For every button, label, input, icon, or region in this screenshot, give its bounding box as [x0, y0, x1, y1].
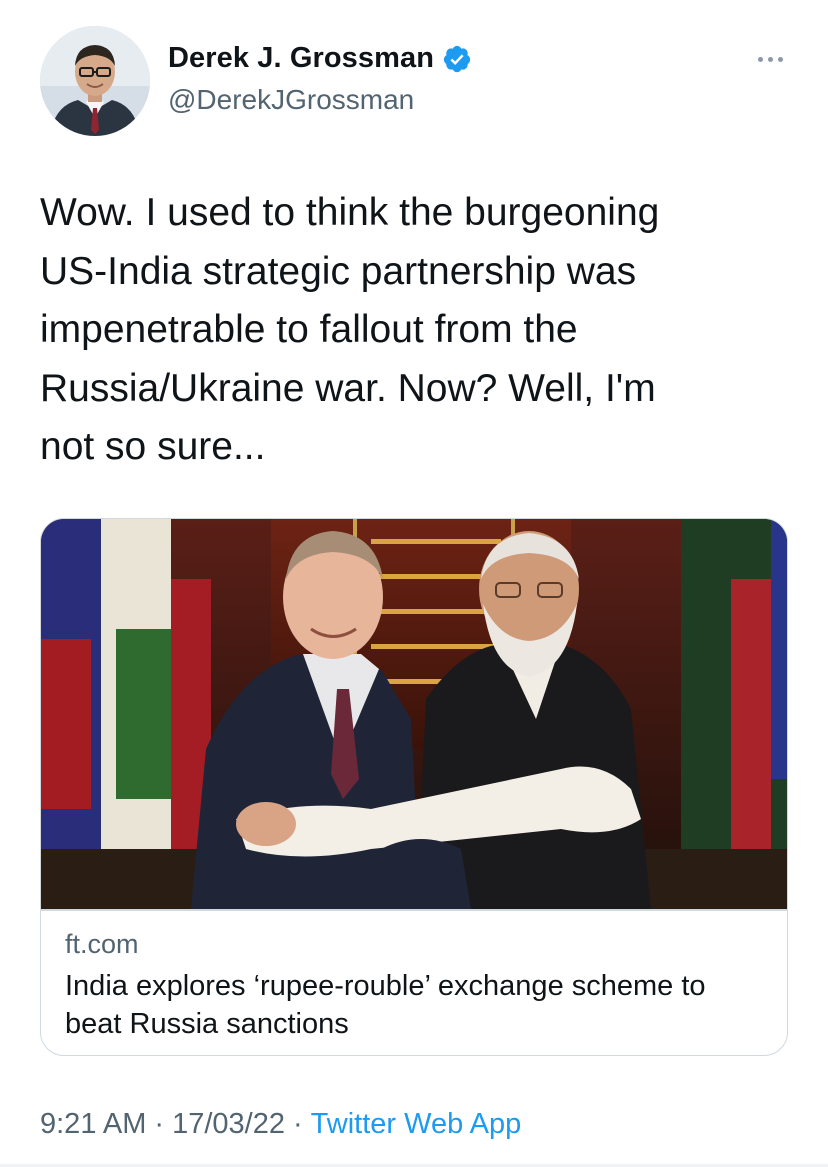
verified-badge-icon: [442, 44, 472, 74]
author-display-name[interactable]: Derek J. Grossman: [168, 42, 434, 75]
author-handle[interactable]: @DerekJGrossman: [168, 84, 414, 116]
meta-separator: ·: [292, 1108, 303, 1140]
tweet-meta: 9:21 AM · 17/03/22 · Twitter Web App: [40, 1108, 521, 1141]
card-divider: [41, 909, 787, 911]
more-options-icon[interactable]: [748, 44, 792, 74]
tweet-time[interactable]: 9:21 AM: [40, 1108, 146, 1141]
tweet-date[interactable]: 17/03/22: [172, 1108, 285, 1141]
tweet-text: Wow. I used to think the burgeoning US-I…: [40, 191, 660, 468]
card-title: India explores ‘rupee-rouble’ exchange s…: [65, 970, 706, 1040]
author-name-row: Derek J. Grossman: [168, 42, 472, 75]
link-preview-card[interactable]: ft.com India explores ‘rupee-rouble’ exc…: [40, 518, 788, 1056]
tweet-source-link[interactable]: Twitter Web App: [311, 1108, 522, 1141]
card-image: [41, 519, 787, 909]
tweet-detail: Derek J. Grossman @DerekJGrossman Wow. I…: [0, 0, 828, 1167]
author-avatar[interactable]: [40, 26, 150, 136]
card-domain: ft.com: [65, 929, 139, 959]
meta-separator: ·: [154, 1108, 165, 1140]
avatar-image: [40, 26, 150, 136]
